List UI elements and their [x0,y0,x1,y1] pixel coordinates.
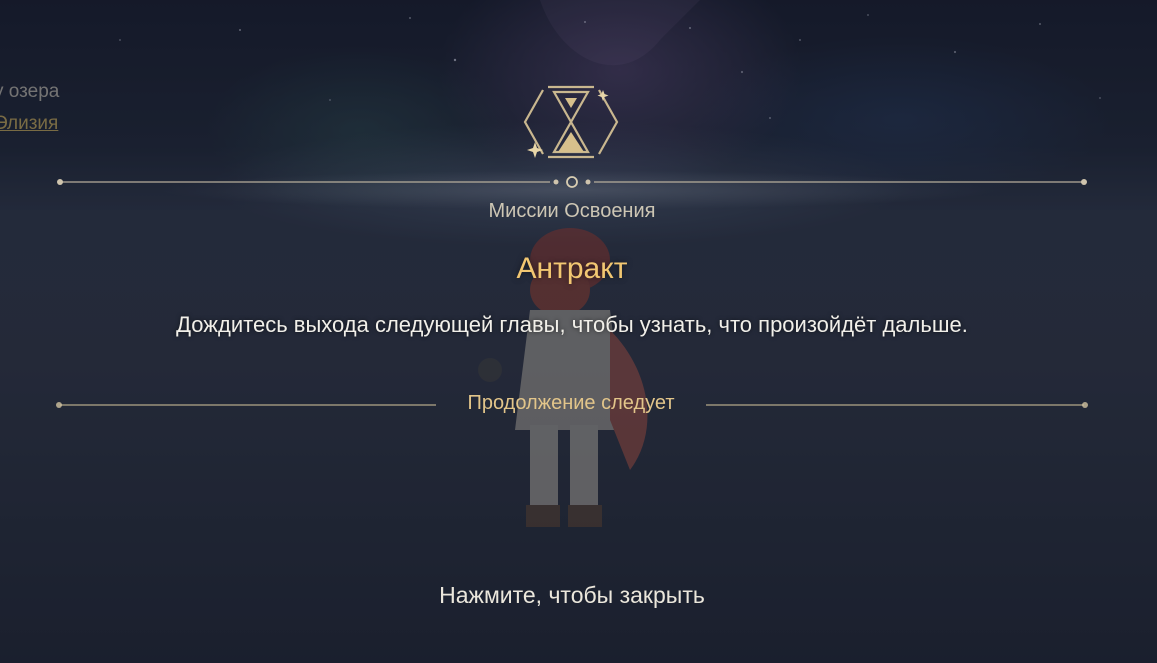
continue-line-left [60,404,436,406]
top-ornament-divider [57,176,1087,188]
hourglass-emblem-icon [523,85,619,159]
dialog-description: Дождитесь выхода следующей главы, чтобы … [176,312,968,337]
interlude-screen[interactable]: у озера Элизия Миссии Освоения Антракт Д… [0,0,1157,663]
continue-line-right [706,404,1084,406]
dialog-title: Антракт [516,252,628,285]
quest-link[interactable]: Элизия [0,108,120,140]
continue-dot-right [1082,402,1088,408]
quest-location-text: у озера [0,81,60,102]
quest-tracker[interactable]: у озера Элизия [0,76,120,140]
mission-category: Миссии Освоения [488,200,656,222]
tap-to-close-button[interactable]: Нажмите, чтобы закрыть [0,582,1144,609]
continue-dot-left [56,402,62,408]
continue-label: Продолжение следует [467,392,675,414]
continue-divider: Продолжение следует [56,392,1088,418]
